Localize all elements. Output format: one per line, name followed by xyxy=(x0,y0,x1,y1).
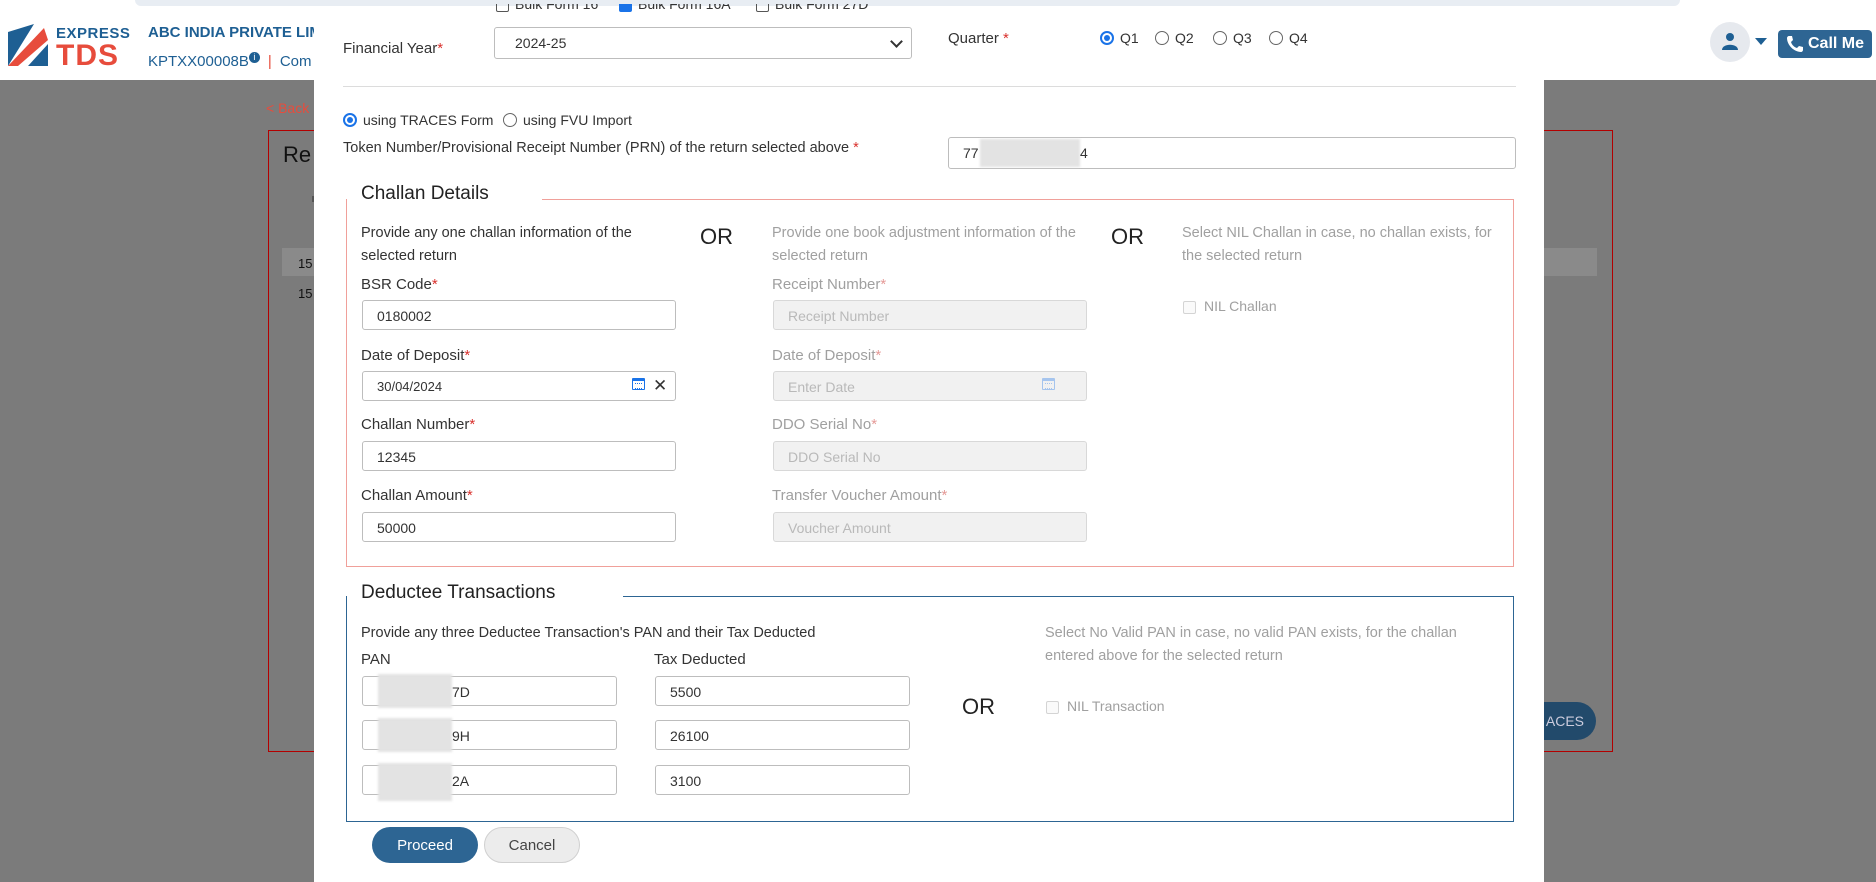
company-name: ABC INDIA PRIVATE LIM xyxy=(148,24,322,41)
or-separator: OR xyxy=(1111,224,1144,249)
express-tds-logo[interactable]: EXPRESS TDS xyxy=(8,24,130,72)
pan-label: PAN xyxy=(361,651,391,668)
tax-deducted-input[interactable]: 26100 xyxy=(655,720,910,750)
bsr-code-label: BSR Code* xyxy=(361,276,438,293)
proceed-button[interactable]: Proceed xyxy=(372,827,478,863)
checkbox[interactable] xyxy=(756,4,769,12)
or-separator: OR xyxy=(962,694,995,719)
radio-selected[interactable] xyxy=(343,113,357,127)
or-separator: OR xyxy=(700,224,733,249)
brand-bottom-text: TDS xyxy=(56,39,119,72)
token-number-label: Token Number/Provisional Receipt Number … xyxy=(343,140,859,156)
background-heading: Re xyxy=(283,142,312,167)
financial-year-label: Financial Year* xyxy=(343,40,444,57)
chevron-down-icon xyxy=(890,35,903,48)
challan-amount-label: Challan Amount* xyxy=(361,487,473,504)
quarter-q3-radio[interactable]: Q3 xyxy=(1213,30,1252,46)
checkbox-checked[interactable] xyxy=(619,4,632,12)
pan-suffix: 7D xyxy=(452,684,470,700)
book-adjustment-description: Provide one book adjustment information … xyxy=(772,225,1076,264)
quarter-q1-radio[interactable]: Q1 xyxy=(1100,30,1139,46)
nil-transaction-checkbox[interactable]: NIL Transaction xyxy=(1046,698,1165,714)
ddo-serial-label: DDO Serial No* xyxy=(772,416,878,433)
radio[interactable] xyxy=(1213,31,1227,45)
calendar-icon[interactable] xyxy=(1042,378,1055,390)
call-me-label: Call Me xyxy=(1808,35,1865,52)
date-of-deposit-input[interactable]: 30/04/2024 xyxy=(362,371,676,401)
tax-deducted-input[interactable]: 5500 xyxy=(655,676,910,706)
bulk-form-27d-option[interactable]: Bulk Form 27D xyxy=(756,4,868,12)
masked-value xyxy=(378,718,452,752)
receipt-number-input[interactable]: Receipt Number xyxy=(773,300,1087,330)
checkbox[interactable] xyxy=(1183,300,1196,314)
radio[interactable] xyxy=(1155,31,1169,45)
ddo-serial-input[interactable]: DDO Serial No xyxy=(773,441,1087,471)
voucher-amount-input[interactable]: Voucher Amount xyxy=(773,512,1087,542)
quarter-label: Quarter * xyxy=(948,30,1009,47)
radio[interactable] xyxy=(503,113,517,127)
user-icon xyxy=(1722,33,1738,50)
radio-selected[interactable] xyxy=(1100,31,1114,45)
calendar-icon[interactable] xyxy=(632,378,645,390)
logo-mark-icon xyxy=(8,24,48,66)
quarter-q4-radio[interactable]: Q4 xyxy=(1269,30,1308,46)
bulk-form-16a-option[interactable]: Bulk Form 16A xyxy=(619,4,731,12)
quarter-q2-radio[interactable]: Q2 xyxy=(1155,30,1194,46)
token-number-suffix: 4 xyxy=(1080,145,1088,161)
call-me-button[interactable]: Call Me xyxy=(1778,30,1872,58)
company-sub-link[interactable]: Com xyxy=(280,53,312,70)
book-date-of-deposit-label: Date of Deposit* xyxy=(772,347,882,364)
user-avatar[interactable] xyxy=(1710,22,1750,62)
nil-transaction-description: Select No Valid PAN in case, no valid PA… xyxy=(1045,625,1457,664)
user-menu-caret-icon[interactable] xyxy=(1755,38,1767,45)
masked-value xyxy=(980,139,1080,167)
pan-suffix: 2A xyxy=(452,773,470,789)
deductee-transactions-legend: Deductee Transactions xyxy=(347,582,623,604)
masked-value xyxy=(378,674,452,708)
challan-description: Provide any one challan information of t… xyxy=(361,225,632,264)
info-icon[interactable]: i xyxy=(248,52,260,63)
clear-date-icon[interactable]: ✕ xyxy=(653,376,667,396)
pan-suffix: 9H xyxy=(452,728,470,744)
checkbox[interactable] xyxy=(496,4,509,12)
financial-year-select[interactable]: 2024-25 xyxy=(494,27,912,59)
receipt-number-label: Receipt Number* xyxy=(772,276,887,293)
masked-value xyxy=(378,763,452,801)
bsr-code-input[interactable]: 0180002 xyxy=(362,300,676,330)
bulk-form-16-option[interactable]: Bulk Form 16 xyxy=(496,4,598,12)
phone-icon xyxy=(1787,36,1803,52)
checkbox[interactable] xyxy=(1046,700,1059,714)
book-date-of-deposit-input[interactable]: Enter Date xyxy=(773,371,1087,401)
challan-amount-input[interactable]: 50000 xyxy=(362,512,676,542)
background-row-text: 15 xyxy=(298,286,313,301)
challan-number-label: Challan Number* xyxy=(361,416,476,433)
divider xyxy=(343,86,1516,87)
tax-deducted-label: Tax Deducted xyxy=(654,651,746,668)
fvu-import-radio[interactable]: using FVU Import xyxy=(503,112,632,128)
background-row-text: 15 xyxy=(298,256,313,271)
nil-challan-description: Select NIL Challan in case, no challan e… xyxy=(1182,225,1492,264)
traces-form-radio[interactable]: using TRACES Form xyxy=(343,112,493,128)
deductee-description: Provide any three Deductee Transaction's… xyxy=(361,625,816,641)
tan-number: KPTXX00008B xyxy=(148,53,249,70)
tan-info: KPTXX00008B i | Com xyxy=(148,52,311,70)
date-of-deposit-label: Date of Deposit* xyxy=(361,347,471,364)
back-link[interactable]: < Back xyxy=(266,100,309,116)
nil-challan-checkbox[interactable]: NIL Challan xyxy=(1183,298,1277,314)
challan-number-input[interactable]: 12345 xyxy=(362,441,676,471)
cancel-button[interactable]: Cancel xyxy=(484,827,580,863)
bulk-form-options: Bulk Form 16 Bulk Form 16A Bulk Form 27D xyxy=(496,4,916,16)
radio[interactable] xyxy=(1269,31,1283,45)
separator: | xyxy=(267,53,272,70)
tax-deducted-input[interactable]: 3100 xyxy=(655,765,910,795)
challan-details-legend: Challan Details xyxy=(347,183,542,205)
transfer-voucher-amount-label: Transfer Voucher Amount* xyxy=(772,487,948,504)
